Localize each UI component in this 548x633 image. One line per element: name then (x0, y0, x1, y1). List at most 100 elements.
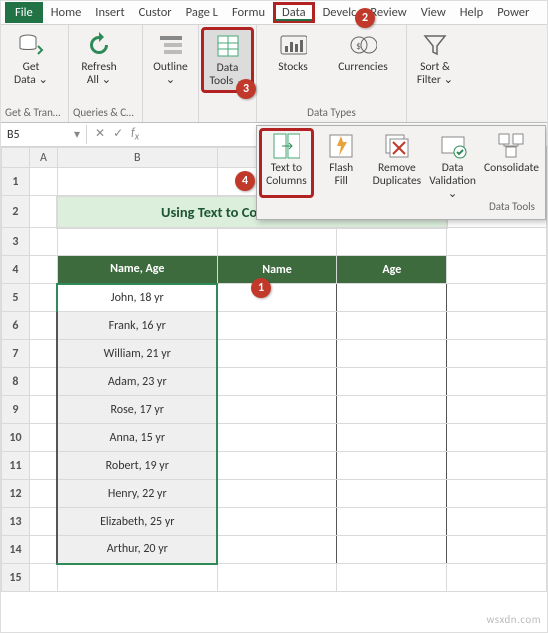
tab-custom[interactable]: Custor (133, 2, 178, 23)
cell[interactable] (217, 396, 337, 424)
consolidate-button[interactable]: Consolidate (482, 130, 541, 196)
cell[interactable] (217, 508, 337, 536)
row-header[interactable]: 12 (2, 480, 30, 508)
name-box[interactable]: B5 ▾ (1, 125, 87, 144)
ribbon: GetData ⌄ Get & Transform… RefreshAll ⌄ … (1, 25, 547, 123)
row-header[interactable]: 10 (2, 424, 30, 452)
cell[interactable] (337, 480, 447, 508)
tab-power[interactable]: Power (491, 2, 535, 23)
currencies-icon: $ (349, 31, 377, 59)
row-header[interactable]: 8 (2, 368, 30, 396)
table-header[interactable]: Name (217, 256, 337, 284)
cell[interactable] (337, 340, 447, 368)
select-all-cell[interactable] (2, 148, 30, 168)
enter-icon[interactable]: ✓ (113, 126, 123, 142)
refresh-all-button[interactable]: RefreshAll ⌄ (73, 29, 125, 89)
callout-2: 2 (355, 8, 375, 28)
row-header[interactable]: 11 (2, 452, 30, 480)
database-arrow-icon (17, 31, 45, 59)
tab-file[interactable]: File (5, 2, 43, 23)
cell[interactable] (217, 368, 337, 396)
cell[interactable]: Adam, 23 yr (57, 368, 217, 396)
data-tools-popup: Text toColumns FlashFill RemoveDuplicate… (256, 125, 546, 220)
cell[interactable] (217, 284, 337, 312)
tab-page-layout[interactable]: Page L (180, 2, 224, 23)
callout-1: 1 (251, 278, 271, 298)
callout-3: 3 (236, 79, 256, 99)
row-header[interactable]: 2 (2, 196, 30, 228)
cell[interactable]: Robert, 19 yr (57, 452, 217, 480)
cell[interactable] (337, 508, 447, 536)
row-header[interactable]: 7 (2, 340, 30, 368)
refresh-icon (85, 31, 113, 59)
outline-button[interactable]: Outline⌄ (147, 29, 194, 89)
ribbon-tabs: File Home Insert Custor Page L Formu Dat… (1, 1, 547, 25)
chevron-down-icon: ▾ (74, 127, 80, 142)
row-header[interactable]: 5 (2, 284, 30, 312)
sort-filter-button[interactable]: Sort &Filter ⌄ (411, 29, 459, 89)
data-validation-button[interactable]: DataValidation ⌄ (427, 130, 478, 196)
cell[interactable]: Elizabeth, 25 yr (57, 508, 217, 536)
cell[interactable]: Henry, 22 yr (57, 480, 217, 508)
cell[interactable]: Frank, 16 yr (57, 312, 217, 340)
table-header[interactable]: Age (337, 256, 447, 284)
cell[interactable] (337, 396, 447, 424)
consolidate-icon (497, 132, 525, 160)
cell[interactable]: Rose, 17 yr (57, 396, 217, 424)
callout-4: 4 (235, 171, 255, 191)
row-header[interactable]: 13 (2, 508, 30, 536)
cell[interactable] (217, 424, 337, 452)
data-tools-icon (214, 32, 242, 60)
col-header[interactable]: A (29, 148, 57, 168)
data-validation-icon (439, 132, 467, 160)
funnel-icon (421, 31, 449, 59)
cell[interactable]: John, 18 yr (57, 284, 217, 312)
tab-view[interactable]: View (415, 2, 452, 23)
watermark: wsxdn.com (487, 613, 541, 626)
popup-group-title: Data Tools (261, 196, 541, 215)
remove-duplicates-icon (383, 132, 411, 160)
flash-fill-button[interactable]: FlashFill (316, 130, 367, 196)
tab-formulas[interactable]: Formu (226, 2, 271, 23)
flash-fill-icon (327, 132, 355, 160)
cell[interactable] (217, 340, 337, 368)
tab-data[interactable]: Data (273, 2, 315, 23)
cell[interactable] (337, 368, 447, 396)
cell[interactable] (217, 312, 337, 340)
text-to-columns-button[interactable]: Text toColumns (261, 130, 312, 196)
row-header[interactable]: 3 (2, 228, 30, 256)
row-header[interactable]: 6 (2, 312, 30, 340)
row-header[interactable]: 1 (2, 168, 30, 196)
cell[interactable] (337, 424, 447, 452)
text-to-columns-icon (272, 132, 300, 160)
tab-help[interactable]: Help (454, 2, 489, 23)
stocks-button[interactable]: Stocks (261, 29, 325, 76)
cell[interactable] (337, 284, 447, 312)
cancel-icon[interactable]: ✕ (95, 126, 105, 142)
stocks-icon (279, 31, 307, 59)
group-title: Get & Transform… (5, 105, 64, 121)
cell[interactable]: Anna, 15 yr (57, 424, 217, 452)
row-header[interactable]: 4 (2, 256, 30, 284)
tab-insert[interactable]: Insert (89, 2, 130, 23)
cell[interactable] (217, 536, 337, 564)
tab-home[interactable]: Home (45, 2, 88, 23)
cell[interactable] (337, 312, 447, 340)
get-data-button[interactable]: GetData ⌄ (5, 29, 57, 89)
cell[interactable]: William, 21 yr (57, 340, 217, 368)
cell[interactable] (217, 452, 337, 480)
fx-icon[interactable]: fx (131, 126, 139, 142)
cell[interactable] (337, 536, 447, 564)
table-header[interactable]: Name, Age (57, 256, 217, 284)
row-header[interactable]: 9 (2, 396, 30, 424)
row-header[interactable]: 15 (2, 564, 30, 592)
cell[interactable]: Arthur, 20 yr (57, 536, 217, 564)
row-header[interactable]: 14 (2, 536, 30, 564)
currencies-button[interactable]: $ Currencies (331, 29, 395, 76)
outline-icon (157, 31, 185, 59)
remove-duplicates-button[interactable]: RemoveDuplicates (371, 130, 424, 196)
cell[interactable] (217, 480, 337, 508)
group-title: Data Types (261, 105, 402, 121)
col-header[interactable]: B (57, 148, 217, 168)
cell[interactable] (337, 452, 447, 480)
